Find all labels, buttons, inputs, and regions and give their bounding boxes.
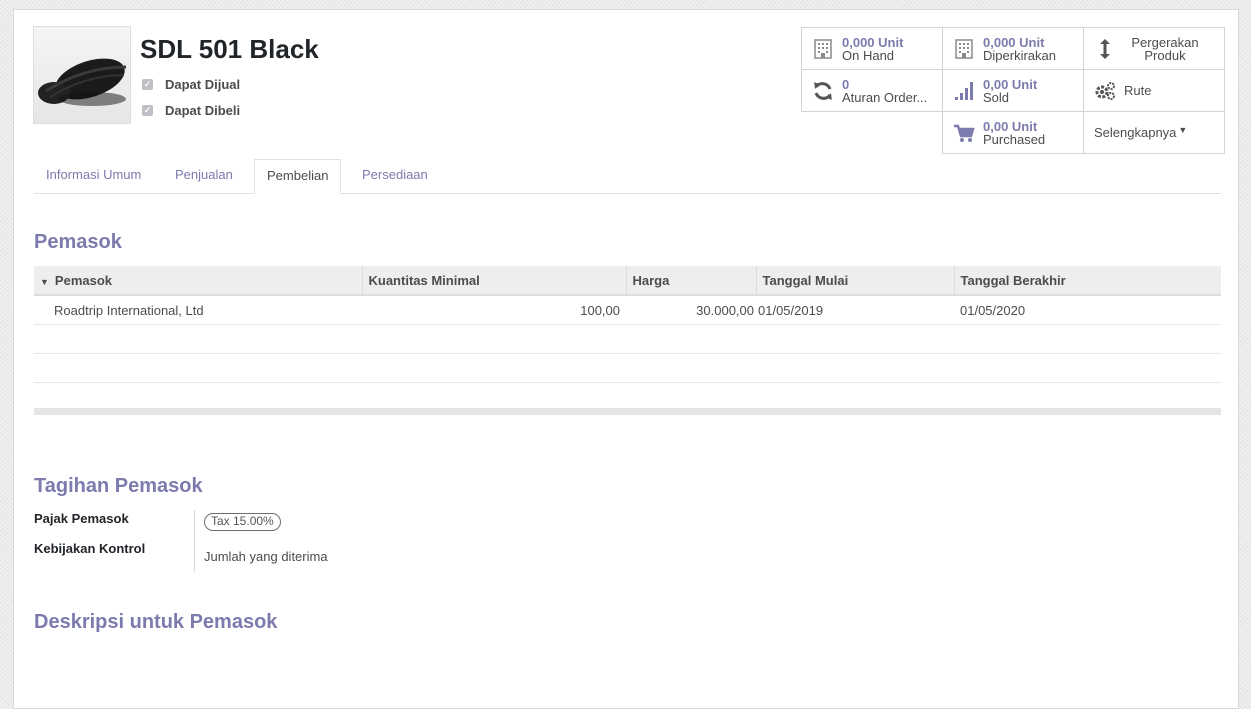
can-be-sold-toggle[interactable]: ✓ Dapat Dijual bbox=[142, 77, 240, 92]
vendor-name-cell[interactable]: Roadtrip International, Ltd bbox=[34, 295, 362, 325]
on-hand-label: On Hand bbox=[842, 47, 895, 63]
table-header-row: ▼ Pemasok Kuantitas Minimal Harga Tanggal… bbox=[34, 266, 1221, 296]
caret-down-icon: ▼ bbox=[1178, 124, 1188, 135]
building-icon bbox=[812, 38, 834, 60]
routes-label: Rute bbox=[1124, 83, 1152, 98]
purchased-label: Purchased bbox=[983, 131, 1046, 147]
vendor-bills-section-title: Tagihan Pemasok bbox=[34, 475, 203, 497]
end-date-cell[interactable]: 01/05/2020 bbox=[954, 295, 1221, 325]
can-be-purchased-label: Dapat Dibeli bbox=[165, 103, 241, 118]
product-moves-label: Pergerakan Produk bbox=[1131, 34, 1199, 63]
price-cell[interactable]: 30.000,00 bbox=[626, 295, 756, 325]
refresh-icon bbox=[812, 80, 834, 102]
product-form-sheet: SDL 501 Black ✓ Dapat Dijual ✓ Dapat Dib… bbox=[13, 9, 1239, 709]
tab-general-info[interactable]: Informasi Umum bbox=[34, 159, 153, 193]
column-header-end-date[interactable]: Tanggal Berakhir bbox=[953, 266, 1221, 296]
reorder-rules-button[interactable]: 0 Aturan Order... bbox=[801, 69, 943, 112]
control-policy-value[interactable]: Jumlah yang diterima bbox=[204, 549, 328, 564]
column-header-start-date[interactable]: Tanggal Mulai bbox=[755, 266, 954, 296]
tab-sales[interactable]: Penjualan bbox=[163, 159, 245, 193]
min-qty-cell[interactable]: 100,00 bbox=[362, 295, 626, 325]
product-image[interactable] bbox=[33, 26, 131, 124]
empty-table-row bbox=[34, 353, 1221, 383]
can-be-purchased-toggle[interactable]: ✓ Dapat Dibeli bbox=[142, 103, 240, 118]
field-separator bbox=[194, 510, 195, 572]
sold-button[interactable]: 0,00 Unit Sold bbox=[942, 69, 1084, 112]
table-footer bbox=[34, 408, 1221, 415]
building-icon bbox=[953, 38, 975, 60]
checkbox-checked-icon[interactable]: ✓ bbox=[142, 105, 153, 116]
more-button[interactable]: Selengkapnya ▼ bbox=[1083, 111, 1225, 154]
tab-purchase[interactable]: Pembelian bbox=[254, 159, 342, 194]
routes-button[interactable]: Rute bbox=[1083, 69, 1225, 112]
notebook-tabs: Informasi Umum Penjualan Pembelian Perse… bbox=[34, 159, 1221, 194]
can-be-sold-label: Dapat Dijual bbox=[165, 77, 241, 92]
shopping-cart-icon bbox=[953, 122, 975, 144]
vendors-section-title: Pemasok bbox=[34, 231, 122, 253]
tax-tag[interactable]: Tax 15.00% bbox=[204, 513, 281, 531]
vendor-taxes-label: Pajak Pemasok bbox=[34, 511, 129, 526]
cogs-icon bbox=[1094, 80, 1116, 102]
empty-slot bbox=[801, 111, 943, 154]
forecast-label: Diperkirakan bbox=[983, 47, 1056, 63]
checkbox-checked-icon[interactable]: ✓ bbox=[142, 79, 153, 90]
column-header-vendor[interactable]: ▼ Pemasok bbox=[34, 266, 362, 296]
column-header-min-qty[interactable]: Kuantitas Minimal bbox=[361, 266, 626, 296]
product-moves-button[interactable]: Pergerakan Produk bbox=[1083, 27, 1225, 70]
smart-buttons: 0,000 Unit On Hand 0,000 Unit Diperkirakan… bbox=[801, 27, 1225, 154]
reorder-rules-label: Aturan Order... bbox=[842, 89, 928, 105]
sold-label: Sold bbox=[983, 89, 1010, 105]
column-header-price[interactable]: Harga bbox=[625, 266, 756, 296]
vendor-description-section-title: Deskripsi untuk Pemasok bbox=[34, 611, 278, 633]
table-row[interactable]: Roadtrip International, Ltd 100,00 30.00… bbox=[34, 295, 1221, 325]
forecast-button[interactable]: 0,000 Unit Diperkirakan bbox=[942, 27, 1084, 70]
vertical-arrows-icon bbox=[1094, 38, 1116, 60]
empty-table-row bbox=[34, 324, 1221, 354]
tab-inventory[interactable]: Persediaan bbox=[350, 159, 440, 193]
more-label: Selengkapnya bbox=[1094, 125, 1177, 140]
purchased-button[interactable]: 0,00 Unit Purchased bbox=[942, 111, 1084, 154]
signal-bars-icon bbox=[953, 80, 975, 102]
on-hand-button[interactable]: 0,000 Unit On Hand bbox=[801, 27, 943, 70]
sort-caret-icon: ▼ bbox=[40, 276, 49, 287]
vendors-table: ▼ Pemasok Kuantitas Minimal Harga Tanggal… bbox=[34, 266, 1221, 412]
start-date-cell[interactable]: 01/05/2019 bbox=[756, 295, 954, 325]
control-policy-label: Kebijakan Kontrol bbox=[34, 541, 146, 556]
product-name[interactable]: SDL 501 Black bbox=[140, 34, 319, 65]
